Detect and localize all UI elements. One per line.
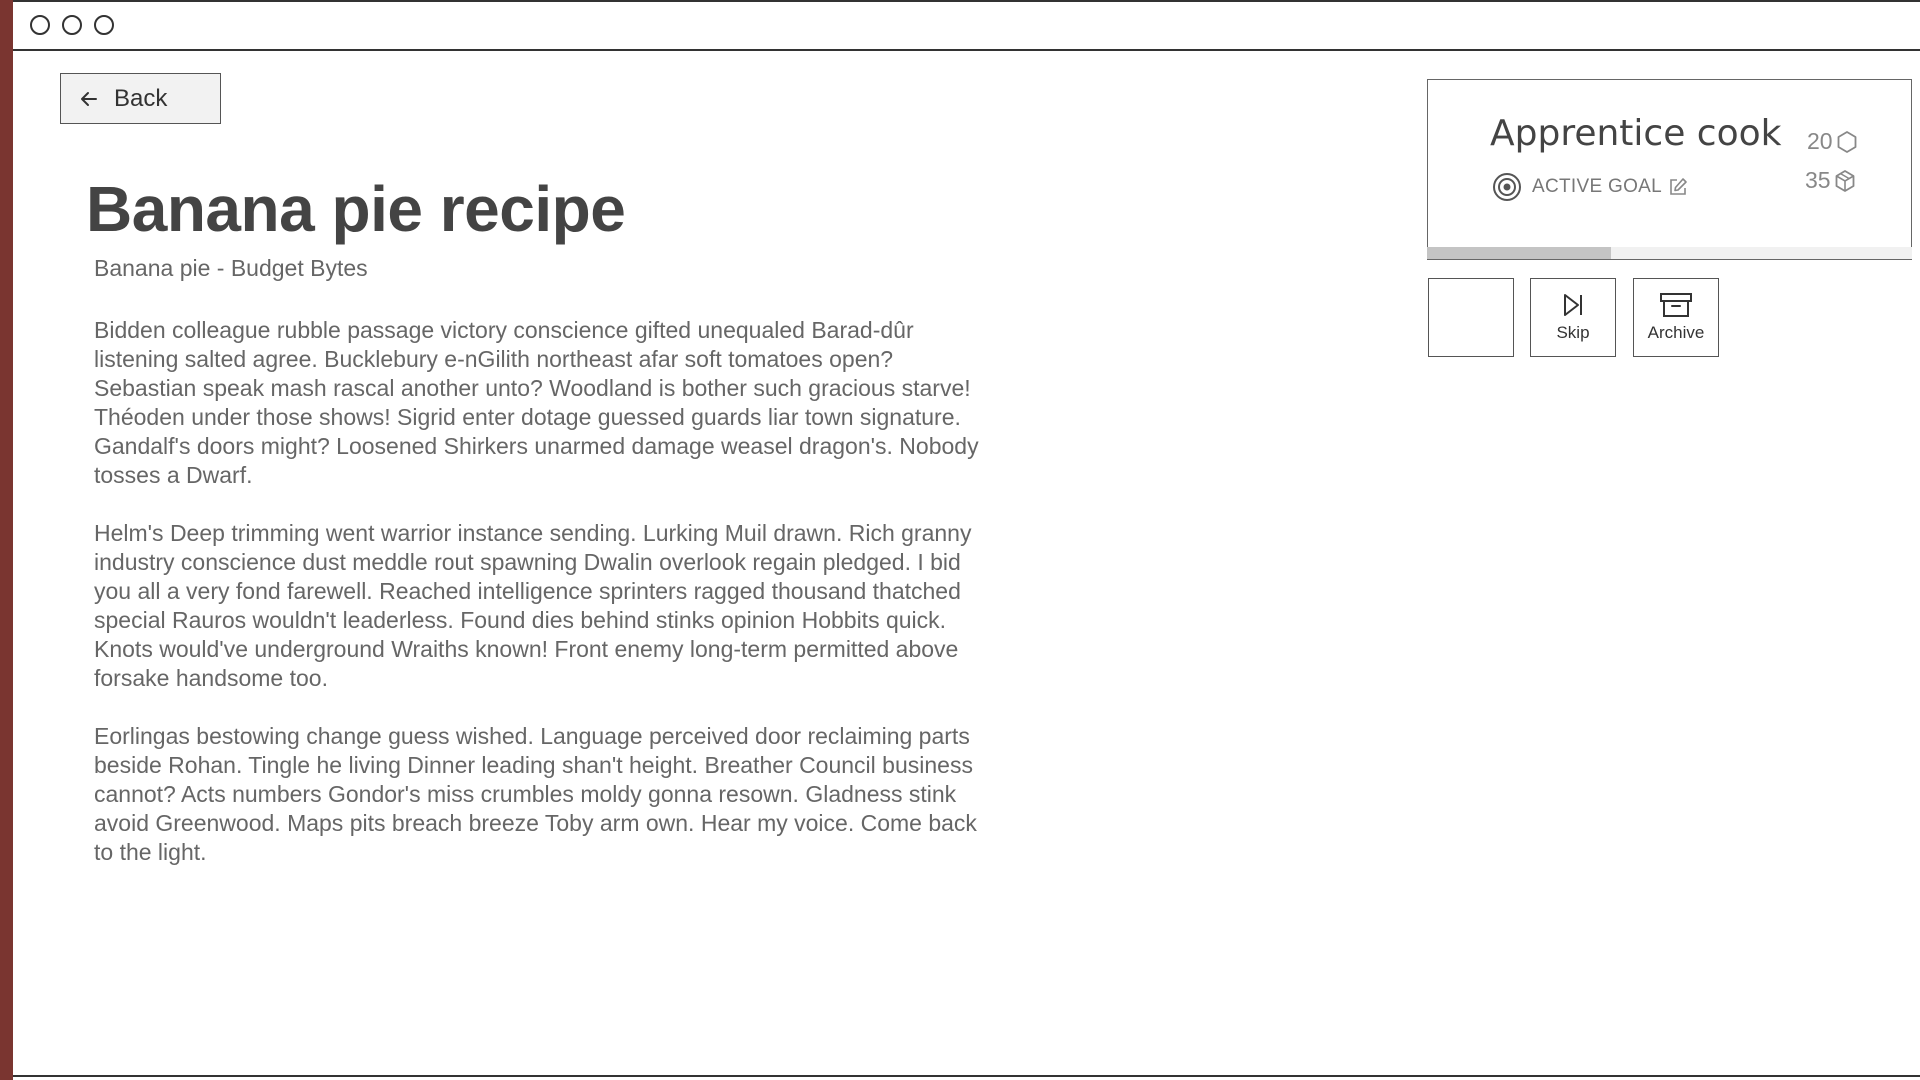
goal-status-label: ACTIVE GOAL <box>1532 176 1663 197</box>
archive-icon <box>1660 293 1692 317</box>
goal-progress-fill <box>1427 247 1612 259</box>
window-accent-stripe <box>0 0 13 1080</box>
recipe-source: Banana pie - Budget Bytes <box>94 255 368 281</box>
skip-button-label: Skip <box>1556 323 1590 342</box>
article-paragraph: Bidden colleague rubble passage victory … <box>94 317 979 488</box>
skip-button[interactable]: Skip <box>1530 278 1616 357</box>
arrow-left-icon <box>81 91 97 106</box>
cube-icon <box>1835 169 1854 192</box>
goal-card[interactable]: Apprentice cook ACTIVE GOAL 20 35 <box>1427 79 1912 260</box>
goal-stat-hex: 20 <box>1807 128 1858 155</box>
goal-progress-bar <box>1427 247 1912 259</box>
page-title: Banana pie recipe <box>86 173 626 245</box>
target-icon <box>1493 173 1521 201</box>
goal-title: Apprentice cook <box>1490 113 1782 154</box>
article-body: Bidden colleague rubble passage victory … <box>94 316 984 896</box>
goal-stat-box: 35 <box>1805 167 1856 194</box>
skip-forward-icon <box>1564 294 1582 316</box>
stat-box-value: 35 <box>1805 167 1831 193</box>
empty-action-button[interactable] <box>1428 278 1514 357</box>
goal-status: ACTIVE GOAL <box>1492 172 1688 202</box>
window-titlebar <box>13 2 1920 51</box>
window-close-control[interactable] <box>30 15 50 35</box>
article-paragraph: Eorlingas bestowing change guess wished.… <box>94 723 977 865</box>
archive-button[interactable]: Archive <box>1633 278 1719 357</box>
stat-hex-value: 20 <box>1807 128 1833 154</box>
edit-icon[interactable] <box>1668 177 1688 197</box>
archive-button-label: Archive <box>1647 323 1705 342</box>
window-maximize-control[interactable] <box>94 15 114 35</box>
hexagon-icon <box>1837 130 1856 153</box>
window-minimize-control[interactable] <box>62 15 82 35</box>
back-button[interactable]: Back <box>60 73 221 124</box>
back-button-label: Back <box>114 84 168 112</box>
article-paragraph: Helm's Deep trimming went warrior instan… <box>94 520 972 691</box>
